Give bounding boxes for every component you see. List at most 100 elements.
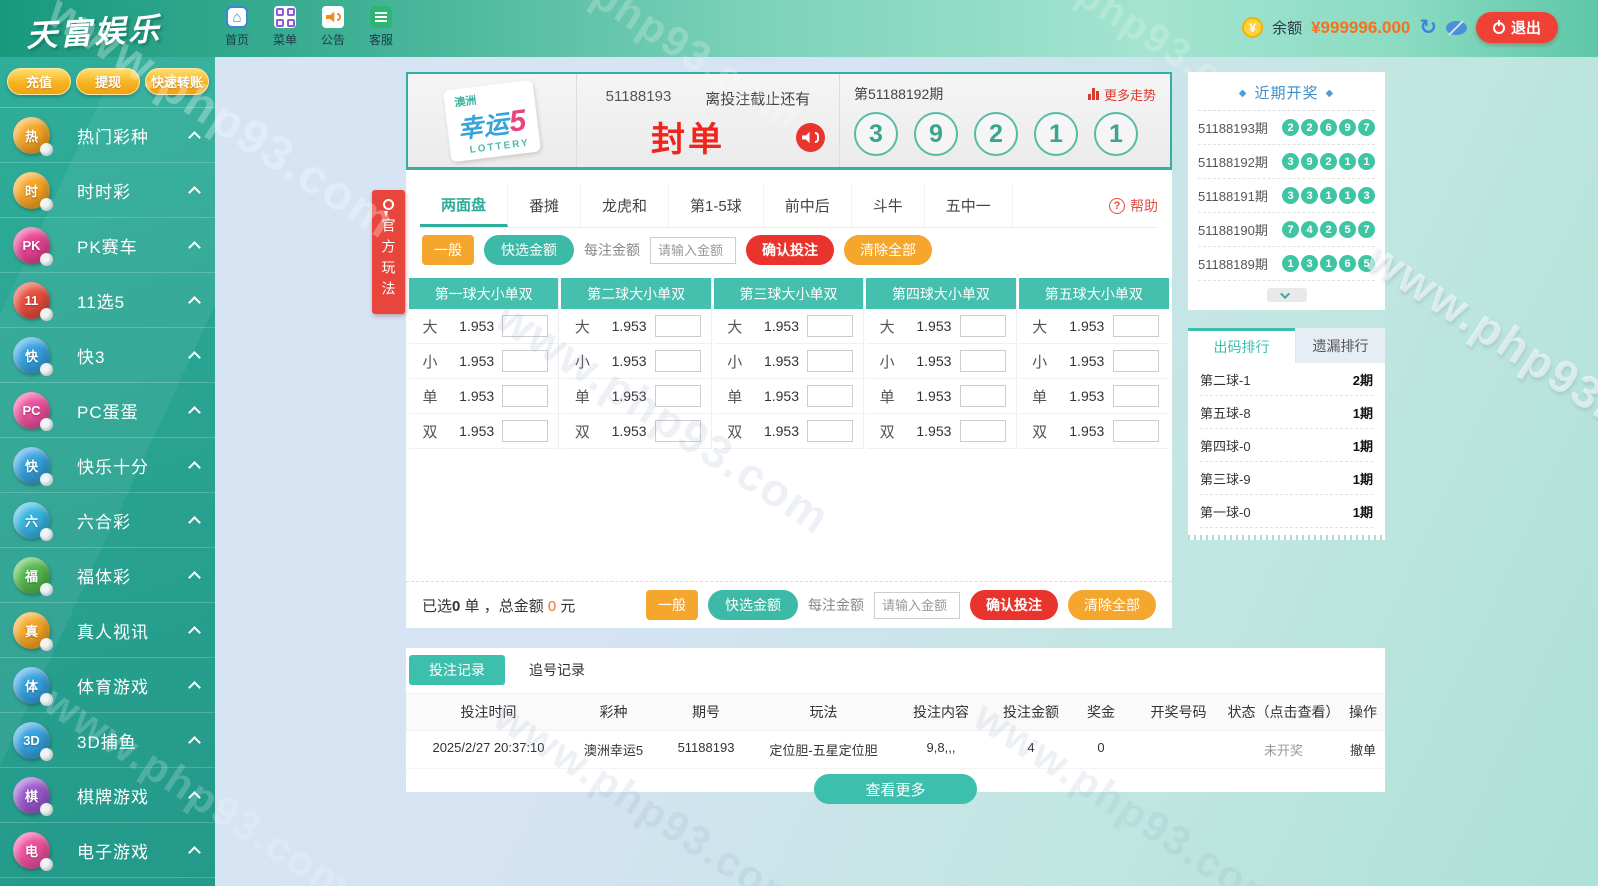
general-mode-button[interactable]: 一般 <box>422 235 474 265</box>
amount-input[interactable] <box>874 592 960 619</box>
logout-button[interactable]: 退出 <box>1476 12 1558 43</box>
official-play-ribbon[interactable]: 官方玩法 <box>372 190 405 314</box>
bet-cell[interactable]: 大1.953 <box>561 309 710 344</box>
sidebar-item-k3[interactable]: 快 快3 <box>0 328 215 383</box>
eye-off-icon[interactable] <box>1446 21 1467 35</box>
bet-amount-input[interactable] <box>960 315 1006 337</box>
tab-two-sides[interactable]: 两面盘 <box>420 184 508 227</box>
bet-cell[interactable]: 大1.953 <box>409 309 558 344</box>
help-link[interactable]: ? 帮助 <box>1109 184 1158 227</box>
sound-icon[interactable] <box>796 123 825 152</box>
sidebar-item-hot[interactable]: 热 热门彩种 <box>0 108 215 163</box>
bet-cell[interactable]: 单1.953 <box>714 379 863 414</box>
bet-cell[interactable]: 双1.953 <box>561 414 710 449</box>
bet-cell[interactable]: 小1.953 <box>714 344 863 379</box>
bet-cell[interactable]: 小1.953 <box>561 344 710 379</box>
clear-all-button[interactable]: 清除全部 <box>1068 590 1156 620</box>
bet-cell[interactable]: 双1.953 <box>409 414 558 449</box>
withdraw-button[interactable]: 提现 <box>76 68 140 95</box>
diamond-icon: ◆ <box>1326 88 1335 99</box>
clear-all-button[interactable]: 清除全部 <box>844 235 932 265</box>
bet-amount-input[interactable] <box>807 420 853 442</box>
confirm-bet-button[interactable]: 确认投注 <box>746 235 834 265</box>
nav-home[interactable]: ⌂ 首页 <box>214 5 260 48</box>
sidebar-item-ftc[interactable]: 福 福体彩 <box>0 548 215 603</box>
bet-cell[interactable]: 单1.953 <box>409 379 558 414</box>
confirm-bet-button[interactable]: 确认投注 <box>970 590 1058 620</box>
bet-amount-input[interactable] <box>1113 420 1159 442</box>
bet-amount-input[interactable] <box>655 350 701 372</box>
bet-cell[interactable]: 双1.953 <box>714 414 863 449</box>
chevron-up-icon <box>188 406 201 419</box>
bet-cell[interactable]: 单1.953 <box>866 379 1015 414</box>
sidebar-item-pk[interactable]: PK PK赛车 <box>0 218 215 273</box>
bet-amount-input[interactable] <box>960 420 1006 442</box>
bet-amount-input[interactable] <box>1113 385 1159 407</box>
sidebar-item-klsf[interactable]: 快 快乐十分 <box>0 438 215 493</box>
bet-amount-input[interactable] <box>502 385 548 407</box>
bet-cell[interactable]: 小1.953 <box>1019 344 1169 379</box>
tab-ball-1-5[interactable]: 第1-5球 <box>669 184 764 227</box>
tab-front-mid-back[interactable]: 前中后 <box>764 184 852 227</box>
nav-announcement[interactable]: 公告 <box>310 5 356 48</box>
deposit-button[interactable]: 充值 <box>7 68 71 95</box>
cancel-bet-link[interactable]: 撤单 <box>1341 731 1385 769</box>
tab-chase-records[interactable]: 追号记录 <box>529 660 585 680</box>
sidebar-item-lhc[interactable]: 六 六合彩 <box>0 493 215 548</box>
bet-amount-input[interactable] <box>807 315 853 337</box>
play-type-tabs: 两面盘 番摊 龙虎和 第1-5球 前中后 斗牛 五中一 ? 帮助 <box>420 184 1158 228</box>
bet-amount-input[interactable] <box>655 385 701 407</box>
general-mode-button[interactable]: 一般 <box>646 590 698 620</box>
bet-cell[interactable]: 小1.953 <box>409 344 558 379</box>
sidebar-item-ssc[interactable]: 时 时时彩 <box>0 163 215 218</box>
bet-amount-input[interactable] <box>502 315 548 337</box>
sidebar-item-fishing[interactable]: 3D 3D捕鱼 <box>0 713 215 768</box>
bet-amount-input[interactable] <box>655 420 701 442</box>
bet-time: 2025/2/27 20:37:10 <box>406 731 571 769</box>
sidebar-item-live[interactable]: 真 真人视讯 <box>0 603 215 658</box>
bet-amount-input[interactable] <box>1113 350 1159 372</box>
bet-amount-input[interactable] <box>502 420 548 442</box>
tab-bet-records[interactable]: 投注记录 <box>409 655 505 685</box>
more-trend-link[interactable]: 更多走势 <box>1088 85 1156 104</box>
bet-amount-input[interactable] <box>807 350 853 372</box>
recent-draw-row: 51188191期 33113 <box>1198 179 1375 213</box>
tab-fantan[interactable]: 番摊 <box>508 184 581 227</box>
expand-recent-draws-button[interactable] <box>1267 288 1307 302</box>
bet-amount-input[interactable] <box>960 385 1006 407</box>
tab-missing-numbers[interactable]: 遗漏排行 <box>1295 328 1385 363</box>
bet-cell[interactable]: 大1.953 <box>866 309 1015 344</box>
bet-amount-input[interactable] <box>502 350 548 372</box>
bet-cell[interactable]: 双1.953 <box>866 414 1015 449</box>
sidebar-item-boardgames[interactable]: 棋 棋牌游戏 <box>0 768 215 823</box>
sidebar-item-11x5[interactable]: 11 11选5 <box>0 273 215 328</box>
bet-cell[interactable]: 大1.953 <box>714 309 863 344</box>
status[interactable]: 未开奖 <box>1226 731 1341 769</box>
nav-menu[interactable]: 菜单 <box>262 5 308 48</box>
bet-amount-input[interactable] <box>1113 315 1159 337</box>
quick-amount-button[interactable]: 快选金额 <box>708 590 798 620</box>
bet-cell[interactable]: 双1.953 <box>1019 414 1169 449</box>
bet-cell[interactable]: 大1.953 <box>1019 309 1169 344</box>
bet-cell[interactable]: 单1.953 <box>561 379 710 414</box>
sidebar-item-pc[interactable]: PC PC蛋蛋 <box>0 383 215 438</box>
view-more-button[interactable]: 查看更多 <box>814 774 977 804</box>
quick-amount-button[interactable]: 快选金额 <box>484 235 574 265</box>
amount-input[interactable] <box>650 237 736 264</box>
tab-hot-numbers[interactable]: 出码排行 <box>1188 328 1295 363</box>
tab-bullfight[interactable]: 斗牛 <box>852 184 925 227</box>
refresh-icon[interactable]: ↻ <box>1419 18 1437 38</box>
lottery-name: 澳洲幸运5 <box>571 731 656 769</box>
tab-dragon-tiger[interactable]: 龙虎和 <box>581 184 669 227</box>
quick-transfer-button[interactable]: 快速转账 <box>145 68 209 95</box>
sidebar-item-sports[interactable]: 体 体育游戏 <box>0 658 215 713</box>
bet-cell[interactable]: 小1.953 <box>866 344 1015 379</box>
bet-amount-input[interactable] <box>960 350 1006 372</box>
tab-five-pick-one[interactable]: 五中一 <box>925 184 1013 227</box>
nav-service[interactable]: 客服 <box>358 5 404 48</box>
sidebar-item-slots[interactable]: 电 电子游戏 <box>0 823 215 878</box>
lottery-ball-icon: 快 <box>13 337 50 374</box>
bet-amount-input[interactable] <box>655 315 701 337</box>
bet-amount-input[interactable] <box>807 385 853 407</box>
bet-cell[interactable]: 单1.953 <box>1019 379 1169 414</box>
